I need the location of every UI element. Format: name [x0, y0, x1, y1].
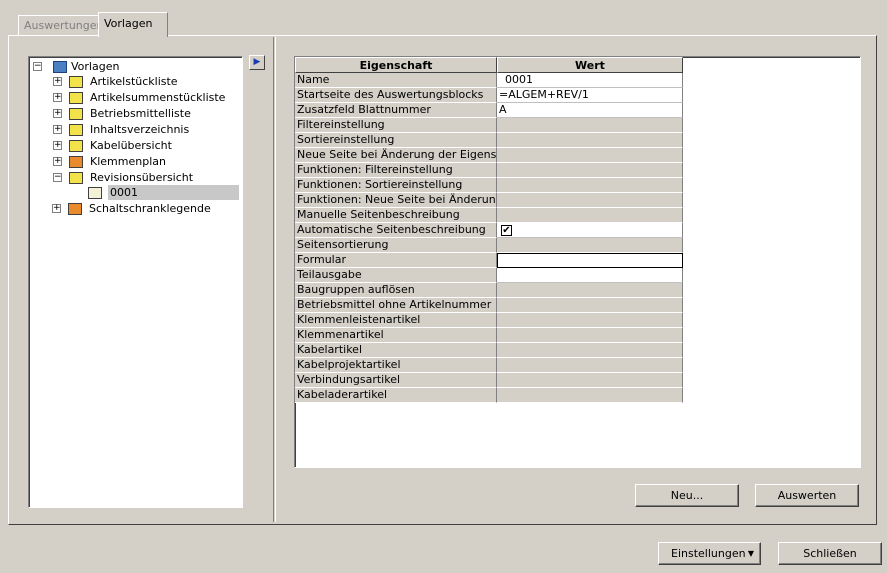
property-value-cell[interactable] — [497, 373, 683, 388]
yellow-folder-icon — [69, 76, 83, 88]
property-value-cell[interactable]: 0001 — [497, 73, 683, 88]
expand-icon[interactable]: + — [53, 109, 62, 118]
schliessen-button[interactable]: Schließen — [778, 542, 882, 565]
yellow-folder-icon — [69, 92, 83, 104]
property-name-cell[interactable]: Formular — [295, 253, 497, 268]
tab-vorlagen[interactable]: Vorlagen — [98, 12, 168, 37]
property-value-text: A — [499, 103, 507, 116]
property-name-cell[interactable]: Filtereinstellung — [295, 118, 497, 133]
tree-root-label: Vorlagen — [71, 60, 120, 73]
property-value-cell[interactable] — [497, 298, 683, 313]
orange-folder-icon — [69, 156, 83, 168]
property-name-cell[interactable]: Klemmenartikel — [295, 328, 497, 343]
tree-item-label: Artikelstückliste — [90, 75, 178, 88]
property-name-cell[interactable]: Zusatzfeld Blattnummer — [295, 103, 497, 118]
property-value-cell[interactable] — [497, 328, 683, 343]
splitter[interactable] — [273, 37, 276, 522]
property-value-cell[interactable] — [497, 238, 683, 253]
yellow-folder-icon — [69, 108, 83, 120]
neu-button[interactable]: Neu... — [635, 484, 739, 507]
property-name-cell[interactable]: Betriebsmittel ohne Artikelnummer — [295, 298, 497, 313]
property-name-cell[interactable]: Startseite des Auswertungsblocks — [295, 88, 497, 103]
expand-icon[interactable]: + — [53, 125, 62, 134]
property-value-cell[interactable] — [497, 208, 683, 223]
move-right-button[interactable]: ▶ — [249, 55, 265, 70]
property-value-cell[interactable] — [497, 283, 683, 298]
expand-icon[interactable]: + — [53, 157, 62, 166]
property-value-cell[interactable] — [497, 148, 683, 163]
expand-icon[interactable]: + — [53, 141, 62, 150]
tree-item-label: Betriebsmittelliste — [90, 107, 191, 120]
tree-item-label: Kabelübersicht — [90, 139, 172, 152]
auswerten-button-label: Auswerten — [777, 489, 837, 502]
property-name-cell[interactable]: Name — [295, 73, 497, 88]
expand-icon[interactable]: + — [53, 93, 62, 102]
property-name-cell[interactable]: Kabelartikel — [295, 343, 497, 358]
neu-button-label: Neu... — [670, 489, 704, 502]
tree-item-label: Schaltschranklegende — [89, 202, 211, 215]
property-name-cell[interactable]: Funktionen: Neue Seite bei Änderung ... — [295, 193, 497, 208]
property-value-cell[interactable] — [497, 133, 683, 148]
property-name-cell[interactable]: Sortiereinstellung — [295, 133, 497, 148]
yellow-folder-icon — [69, 124, 83, 136]
property-value-cell[interactable]: A — [497, 103, 683, 118]
property-value-text: 0001 — [505, 73, 533, 86]
property-name-cell[interactable]: Seitensortierung — [295, 238, 497, 253]
printer-icon — [88, 187, 102, 199]
property-name-cell[interactable]: Automatische Seitenbeschreibung — [295, 223, 497, 238]
orange-folder-icon — [68, 203, 82, 215]
column-header-value[interactable]: Wert — [497, 57, 683, 73]
tree-item-label: 0001 — [110, 186, 138, 199]
einstellungen-button[interactable]: Einstellungen ▼ — [658, 542, 761, 565]
property-value-cell[interactable] — [497, 268, 683, 283]
property-value-cell[interactable] — [497, 343, 683, 358]
book-icon — [53, 61, 67, 73]
property-value-cell[interactable] — [497, 118, 683, 133]
property-name-cell[interactable]: Kabelprojektartikel — [295, 358, 497, 373]
property-value-cell[interactable] — [497, 358, 683, 373]
property-name-cell[interactable]: Baugruppen auflösen — [295, 283, 497, 298]
checkbox[interactable]: ✔ — [501, 225, 512, 236]
property-value-cell[interactable] — [497, 163, 683, 178]
expand-icon[interactable]: + — [52, 204, 61, 213]
property-value-cell[interactable] — [497, 388, 683, 403]
einstellungen-button-label: Einstellungen — [671, 547, 746, 560]
schliessen-button-label: Schließen — [803, 547, 857, 560]
collapse-icon[interactable]: − — [33, 62, 42, 71]
auswerten-button[interactable]: Auswerten — [755, 484, 859, 507]
property-name-cell[interactable]: Kabeladerartikel — [295, 388, 497, 403]
property-name-cell[interactable]: Neue Seite bei Änderung der Eigenschaft — [295, 148, 497, 163]
collapse-icon[interactable]: − — [53, 173, 62, 182]
property-value-cell[interactable]: ✔ — [497, 223, 683, 238]
yellow-folder-icon — [69, 172, 83, 184]
column-header-property[interactable]: Eigenschaft — [295, 57, 497, 73]
property-value-cell[interactable] — [497, 253, 683, 268]
expand-icon[interactable]: + — [53, 77, 62, 86]
tree-item-label: Revisionsübersicht — [90, 171, 194, 184]
templates-tree[interactable]: − Vorlagen + Artikelstückliste + Artikel… — [28, 56, 243, 508]
property-name-cell[interactable]: Klemmenleistenartikel — [295, 313, 497, 328]
yellow-folder-icon — [69, 140, 83, 152]
property-name-cell[interactable]: Manuelle Seitenbeschreibung — [295, 208, 497, 223]
property-value-text: =ALGEM+REV/1 — [499, 88, 589, 101]
property-name-cell[interactable]: Verbindungsartikel — [295, 373, 497, 388]
property-value-cell[interactable] — [497, 178, 683, 193]
tree-item-label: Klemmenplan — [90, 155, 166, 168]
property-value-cell[interactable] — [497, 193, 683, 208]
property-value-cell[interactable]: =ALGEM+REV/1 — [497, 88, 683, 103]
tree-item-label: Artikelsummenstückliste — [90, 91, 226, 104]
property-value-cell[interactable] — [497, 313, 683, 328]
tree-item-label: Inhaltsverzeichnis — [90, 123, 190, 136]
property-name-cell[interactable]: Funktionen: Filtereinstellung — [295, 163, 497, 178]
property-name-cell[interactable]: Funktionen: Sortiereinstellung — [295, 178, 497, 193]
property-name-cell[interactable]: Teilausgabe — [295, 268, 497, 283]
dropdown-arrow-icon[interactable]: ▼ — [748, 543, 754, 564]
